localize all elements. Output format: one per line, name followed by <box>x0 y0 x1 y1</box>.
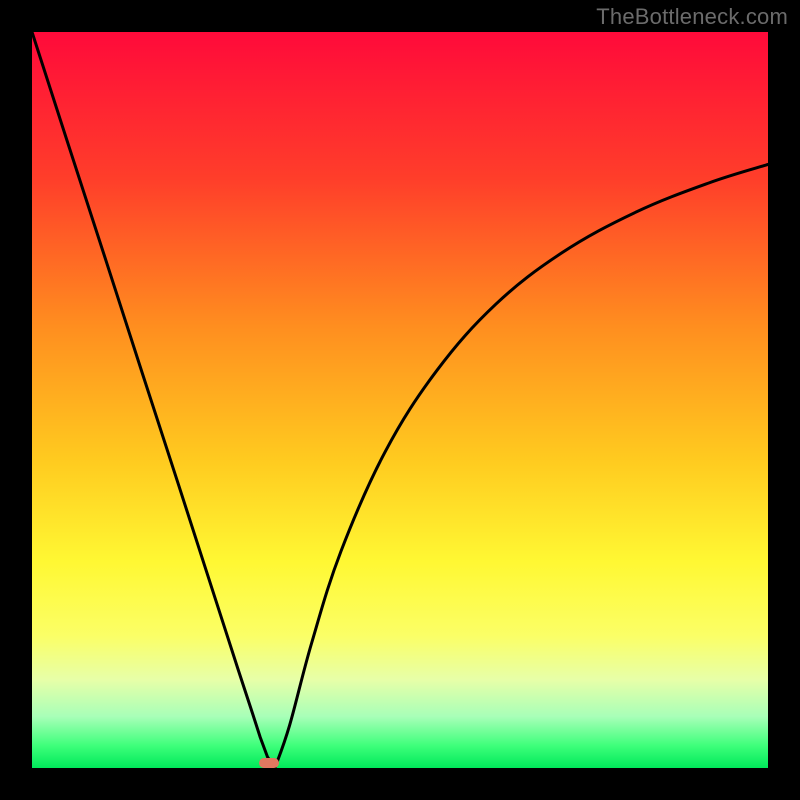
curve-right-leg <box>275 164 768 768</box>
curve-layer <box>32 32 768 768</box>
watermark-text: TheBottleneck.com <box>596 4 788 30</box>
chart-frame: TheBottleneck.com <box>0 0 800 800</box>
plot-area <box>32 32 768 768</box>
watermark-label: TheBottleneck.com <box>596 4 788 29</box>
optimal-marker <box>259 758 280 768</box>
curve-left-leg <box>32 32 275 768</box>
